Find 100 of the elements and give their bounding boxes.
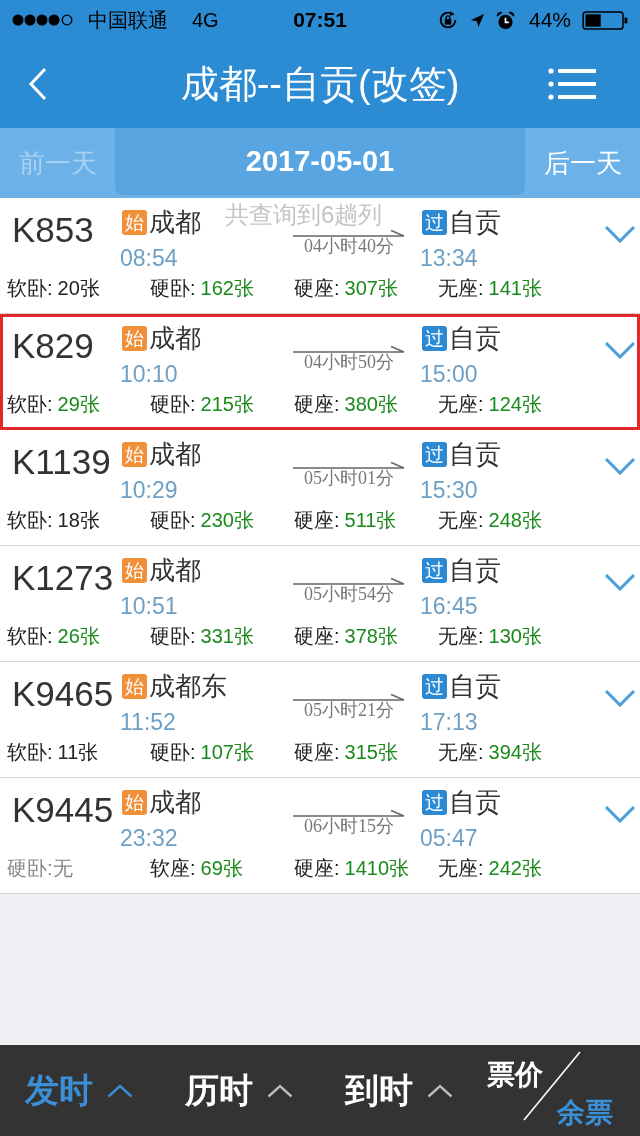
seat-availability: 软卧: 11张: [7, 740, 99, 765]
station-name: 自贡: [449, 785, 501, 819]
seat-availability: 无座: 141张: [438, 276, 542, 301]
chevron-down-icon[interactable]: [604, 225, 636, 243]
seat-availability: 硬卧: 230张: [150, 508, 254, 533]
seat-availability: 软卧: 20张: [7, 276, 100, 301]
departure-time: 10:29: [120, 476, 178, 504]
arrival-time: 15:00: [420, 360, 478, 388]
seat-availability: 无座: 394张: [438, 740, 542, 765]
train-number: K1273: [11, 558, 115, 599]
arrow-icon: [293, 577, 405, 585]
chevron-down-icon[interactable]: [604, 457, 636, 475]
seat-availability: 硬座: 1410张: [294, 856, 410, 881]
seat-availability: 硬座: 378张: [294, 624, 398, 649]
sort-option[interactable]: 票价: [487, 1057, 543, 1092]
chevron-down-icon[interactable]: [604, 341, 636, 359]
seat-availability: 硬卧: 215张: [150, 392, 254, 417]
arrival-time: 05:47: [420, 824, 478, 852]
station-name: 自贡: [449, 553, 501, 587]
seat-availability: 软卧: 26张: [7, 624, 100, 649]
arrival-time: 13:34: [420, 244, 478, 272]
caret-up-icon: [267, 1083, 293, 1098]
station-name: 成都东: [149, 669, 227, 703]
seat-availability: 硬座: 380张: [294, 392, 398, 417]
seat-availability: 软座: 69张: [150, 856, 243, 881]
sort-tab[interactable]: 发时: [25, 1067, 185, 1114]
arrival-time: 17:13: [420, 708, 478, 736]
station-badge: 过: [422, 209, 447, 235]
menu-icon[interactable]: [548, 67, 596, 101]
departure-time: 10:10: [120, 360, 178, 388]
page-title: 成都--自贡(改签): [179, 61, 461, 107]
alarm-clock-icon: [495, 10, 515, 30]
train-number: K9465: [11, 674, 115, 715]
back-icon[interactable]: [28, 67, 48, 101]
train-number: K9445: [11, 790, 115, 831]
chevron-down-icon[interactable]: [604, 573, 636, 591]
travel-duration: 05小时01分: [304, 469, 394, 488]
train-row[interactable]: K829 始 成都 10:10 04小时50分 过 自贡 15:00 软卧: 29张 硬卧: 215张 硬座: 380张 无座: 124张: [0, 314, 640, 430]
train-row[interactable]: K1139 始 成都 10:29 05小时01分 过 自贡 15:30 软卧: 18张 硬卧: 230张 硬座: 511张 无座: 248张: [0, 430, 640, 546]
arrow-icon: [293, 809, 405, 817]
station-name: 自贡: [449, 205, 501, 239]
arrow-icon: [293, 461, 405, 469]
location-arrow-icon: [469, 12, 485, 28]
station-badge: 始: [122, 557, 147, 583]
seat-availability: 硬卧:无: [7, 856, 73, 881]
train-number: K853: [11, 210, 95, 251]
seat-availability: 硬座: 307张: [294, 276, 398, 301]
station-name: 自贡: [449, 669, 501, 703]
caret-up-icon: [427, 1083, 453, 1098]
arrival-time: 15:30: [420, 476, 478, 504]
train-number: K829: [11, 326, 95, 367]
station-name: 成都: [149, 321, 201, 355]
seat-availability: 软卧: 18张: [7, 508, 100, 533]
caret-up-icon: [107, 1083, 133, 1098]
station-badge: 始: [122, 789, 147, 815]
sort-tab[interactable]: 历时: [185, 1067, 345, 1114]
station-badge: 始: [122, 209, 147, 235]
train-number: K1139: [11, 442, 112, 483]
seat-availability: 硬卧: 107张: [150, 740, 254, 765]
departure-time: 11:52: [120, 708, 176, 736]
seat-availability: 硬座: 315张: [294, 740, 398, 765]
carrier-name: 中国联通: [88, 7, 168, 33]
station-name: 自贡: [449, 321, 501, 355]
travel-duration: 04小时40分: [304, 237, 394, 256]
train-row[interactable]: K9465 始 成都东 11:52 05小时21分 过 自贡 17:13 软卧: 11张 硬卧: 107张 硬座: 315张 无座: 394张: [0, 662, 640, 778]
station-badge: 过: [422, 557, 447, 583]
travel-duration: 04小时50分: [304, 353, 394, 372]
station-badge: 过: [422, 789, 447, 815]
arrow-icon: [293, 229, 405, 237]
seat-availability: 无座: 242张: [438, 856, 542, 881]
station-name: 成都: [149, 553, 201, 587]
departure-time: 23:32: [120, 824, 178, 852]
battery-percent: 44%: [528, 8, 571, 32]
toast-message: 共查询到6趟列: [225, 202, 383, 228]
station-badge: 过: [422, 673, 447, 699]
seat-availability: 硬座: 511张: [294, 508, 397, 533]
train-row[interactable]: K1273 始 成都 10:51 05小时54分 过 自贡 16:45 软卧: 26张 硬卧: 331张 硬座: 378张 无座: 130张: [0, 546, 640, 662]
departure-time: 08:54: [120, 244, 178, 272]
station-badge: 始: [122, 673, 147, 699]
seat-availability: 无座: 130张: [438, 624, 542, 649]
seat-availability: 软卧: 29张: [7, 392, 100, 417]
train-row[interactable]: K9445 始 成都 23:32 06小时15分 过 自贡 05:47 硬卧:无 软座: 69张 硬座: 1410张 无座: 242张: [0, 778, 640, 894]
station-name: 成都: [149, 205, 201, 239]
seat-availability: 硬卧: 162张: [150, 276, 254, 301]
travel-duration: 05小时21分: [304, 701, 394, 720]
station-badge: 始: [122, 441, 147, 467]
station-name: 成都: [149, 785, 201, 819]
station-name: 自贡: [449, 437, 501, 471]
travel-duration: 06小时15分: [304, 817, 394, 836]
battery-icon: [582, 10, 628, 30]
signal-strength-icon: [12, 14, 74, 26]
station-name: 成都: [149, 437, 201, 471]
arrival-time: 16:45: [420, 592, 478, 620]
sort-option[interactable]: 余票: [557, 1095, 613, 1130]
station-badge: 过: [422, 441, 447, 467]
clock-time: 07:51: [293, 8, 347, 32]
departure-time: 10:51: [120, 592, 178, 620]
chevron-down-icon[interactable]: [604, 689, 636, 707]
chevron-down-icon[interactable]: [604, 805, 636, 823]
seat-availability: 无座: 248张: [438, 508, 542, 533]
